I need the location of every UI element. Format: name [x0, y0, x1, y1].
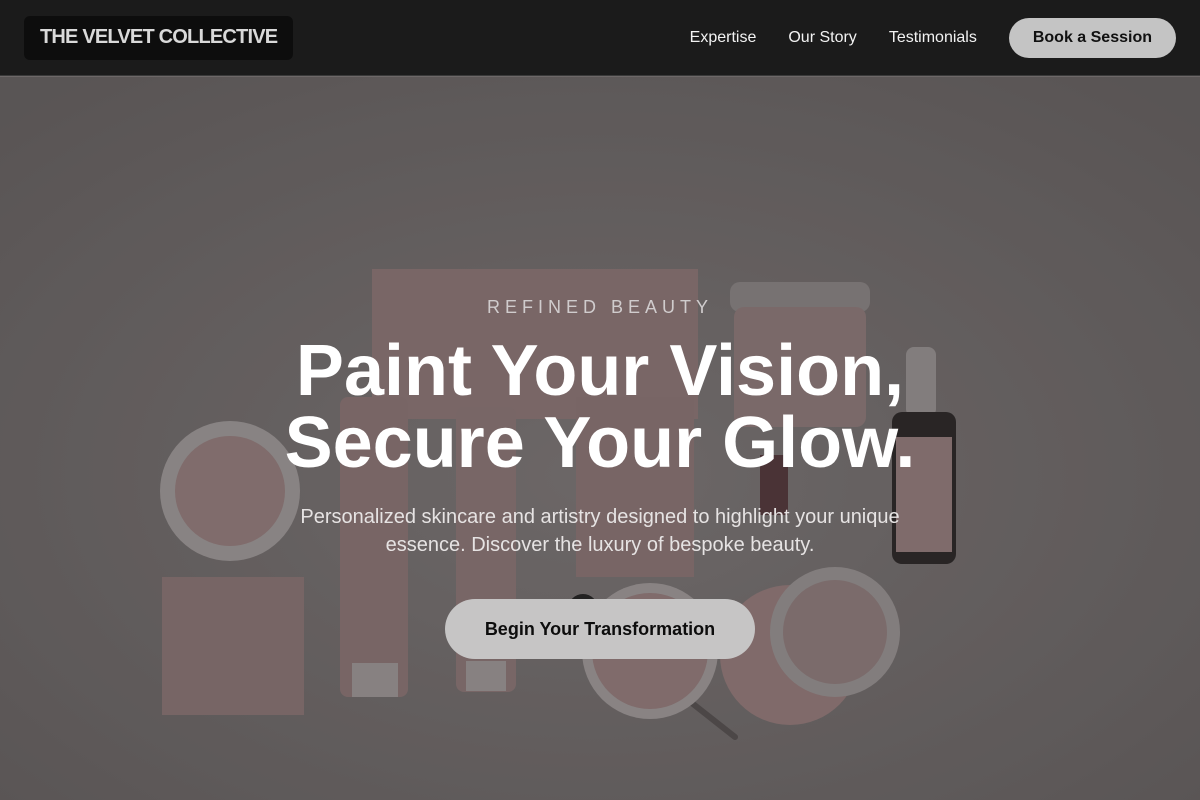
top-navbar: THE VELVET COLLECTIVE Expertise Our Stor…	[0, 0, 1200, 76]
nav-link-expertise[interactable]: Expertise	[690, 29, 757, 47]
begin-transformation-button[interactable]: Begin Your Transformation	[445, 599, 755, 659]
hero-headline-line1: Paint Your Vision,	[295, 331, 905, 411]
hero-headline: Paint Your Vision, Secure Your Glow.	[0, 335, 1200, 479]
brand-logo[interactable]: THE VELVET COLLECTIVE	[24, 15, 294, 60]
book-session-button[interactable]: Book a Session	[1008, 17, 1176, 58]
hero-section: REFINED BEAUTY Paint Your Vision, Secure…	[0, 77, 1200, 800]
nav-menu: Expertise Our Story Testimonials Book a …	[690, 17, 1176, 58]
nav-link-our-story[interactable]: Our Story	[788, 29, 856, 47]
hero-content: REFINED BEAUTY Paint Your Vision, Secure…	[0, 77, 1200, 800]
nav-link-testimonials[interactable]: Testimonials	[889, 29, 977, 47]
hero-subtext: Personalized skincare and artistry desig…	[300, 506, 900, 556]
hero-headline-line2: Secure Your Glow.	[284, 403, 916, 483]
hero-eyebrow: REFINED BEAUTY	[486, 297, 714, 317]
